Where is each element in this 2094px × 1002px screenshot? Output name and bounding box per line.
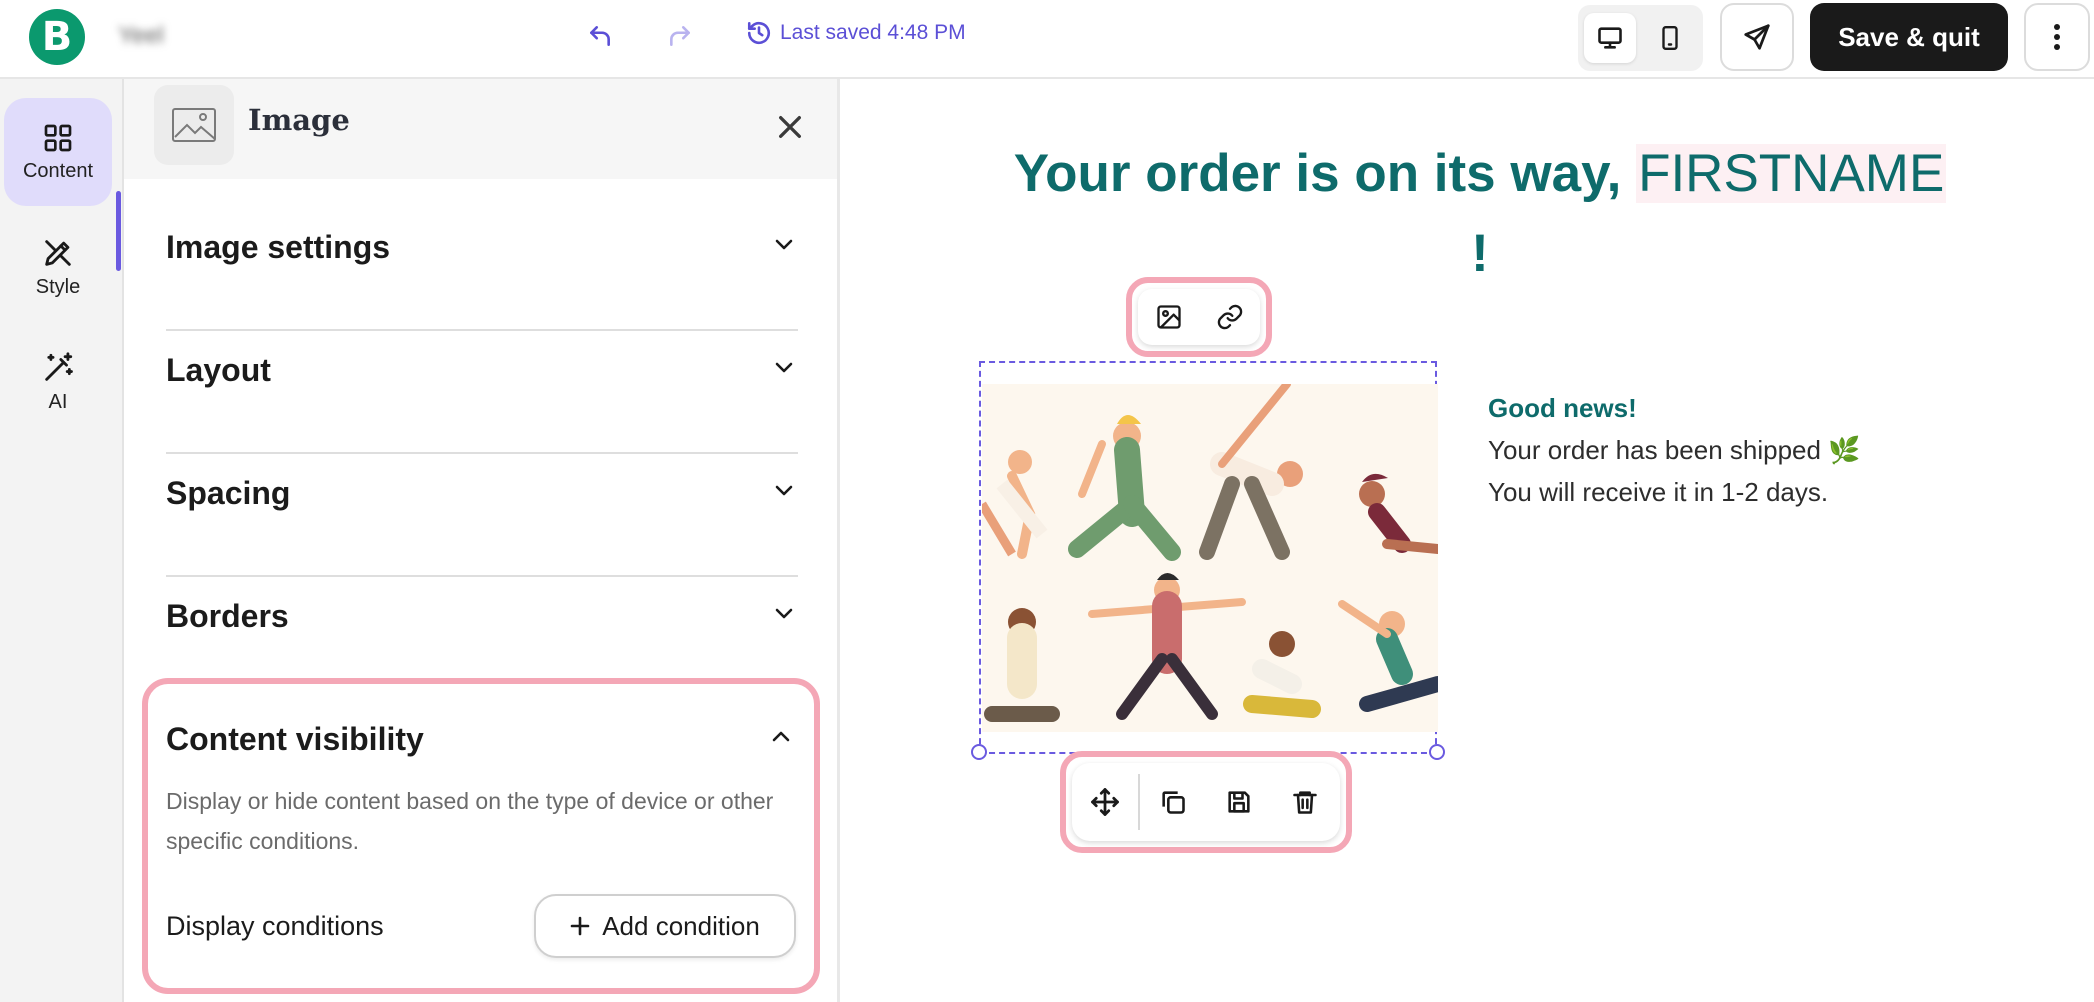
yoga-illustration[interactable]: [982, 384, 1438, 732]
content-visibility-title[interactable]: Content visibility: [166, 721, 424, 758]
mobile-icon: [1662, 25, 1678, 51]
firstname-merge-tag[interactable]: FIRSTNAME: [1636, 144, 1947, 203]
panel-header: Image: [124, 79, 837, 179]
document-title[interactable]: Yeel: [118, 22, 164, 50]
history-icon: [747, 21, 771, 45]
trash-icon: [1293, 791, 1317, 814]
resize-handle-right[interactable]: [1429, 744, 1445, 760]
duplicate-icon: [1162, 791, 1185, 814]
panel-title: Image: [248, 103, 350, 137]
email-canvas: Your order is on its way, FIRSTNAME! Goo…: [840, 79, 2094, 1002]
image-toolbar: [1126, 277, 1272, 357]
send-icon: [1744, 24, 1770, 50]
rail-item-label: Content: [22, 159, 94, 182]
block-toolbar-inner: [1072, 763, 1340, 841]
email-headline[interactable]: Your order is on its way, FIRSTNAME!: [980, 134, 1980, 294]
resize-handle-left[interactable]: [971, 744, 987, 760]
text-line: Your order has been shipped 🌿: [1488, 435, 1861, 465]
move-icon: [1091, 788, 1119, 816]
left-rail: Content Style AI: [0, 79, 124, 1002]
add-condition-button[interactable]: Add condition: [534, 894, 796, 958]
desktop-icon: [1598, 27, 1622, 49]
mobile-view-button[interactable]: [1644, 13, 1696, 63]
desktop-view-button[interactable]: [1584, 13, 1636, 63]
section-title: Spacing: [166, 475, 291, 511]
device-toggle: [1578, 5, 1703, 71]
text-heading: Good news!: [1488, 393, 1637, 423]
chevron-down-icon: [772, 602, 796, 626]
headline-text: Your order is on its way,: [1013, 144, 1637, 203]
email-editor: B Yeel Last saved 4:48 PM Save & quit Co…: [0, 0, 2094, 1002]
kebab-menu-icon: [2054, 24, 2060, 50]
text-line: You will receive it in 1-2 days.: [1488, 477, 1829, 507]
undo-icon: [590, 26, 610, 46]
move-block-button[interactable]: [1072, 763, 1138, 841]
rail-item-ai[interactable]: AI: [4, 328, 112, 436]
chevron-down-icon: [772, 356, 796, 380]
section-title: Borders: [166, 598, 289, 634]
brush-icon: [45, 239, 71, 266]
replace-image-button[interactable]: [1155, 303, 1183, 331]
more-options-button[interactable]: [2024, 3, 2090, 71]
settings-panel: Image Image settings Layout Spacing Bord…: [124, 79, 840, 1002]
chevron-up-icon[interactable]: [772, 729, 796, 753]
save-icon: [1228, 791, 1250, 813]
image-block-icon: [154, 85, 234, 165]
send-test-button[interactable]: [1720, 3, 1794, 71]
brevo-logo[interactable]: B: [29, 9, 85, 65]
save-and-quit-button[interactable]: Save & quit: [1810, 3, 2008, 71]
text-block[interactable]: Good news! Your order has been shipped 🌿…: [1488, 387, 1861, 513]
section-layout[interactable]: Layout: [166, 332, 798, 454]
active-rail-indicator: [116, 191, 121, 271]
close-icon: [779, 116, 801, 138]
image-icon: [1156, 305, 1181, 329]
section-image-settings[interactable]: Image settings: [166, 209, 798, 331]
headline-exclamation: !: [1471, 224, 1489, 283]
section-title: Image settings: [166, 229, 391, 265]
duplicate-block-button[interactable]: [1140, 763, 1206, 841]
save-status-text: Last saved 4:48 PM: [780, 21, 966, 44]
top-bar: B Yeel Last saved 4:48 PM Save & quit: [0, 0, 2094, 79]
save-status[interactable]: Last saved 4:48 PM: [746, 20, 966, 46]
save-block-button[interactable]: [1206, 763, 1272, 841]
redo-icon: [670, 26, 690, 46]
link-icon: [1217, 304, 1242, 330]
content-visibility-description: Display or hide content based on the typ…: [166, 788, 774, 854]
chevron-down-icon: [772, 479, 796, 503]
delete-block-button[interactable]: [1272, 763, 1338, 841]
rail-item-label: AI: [48, 390, 68, 413]
undo-button[interactable]: [580, 16, 620, 56]
link-button[interactable]: [1216, 303, 1244, 331]
display-conditions-label: Display conditions: [166, 911, 384, 941]
block-toolbar: [1060, 751, 1352, 853]
section-title: Layout: [166, 352, 271, 388]
add-condition-label: Add condition: [602, 910, 760, 941]
redo-button[interactable]: [660, 16, 700, 56]
rail-item-style[interactable]: Style: [4, 213, 112, 321]
section-spacing[interactable]: Spacing: [166, 455, 798, 577]
magic-wand-icon: [45, 351, 73, 381]
grid-icon: [44, 124, 72, 151]
rail-item-content[interactable]: Content: [4, 98, 112, 206]
plus-icon: [570, 916, 590, 936]
close-panel-button[interactable]: [770, 107, 810, 147]
chevron-down-icon: [772, 233, 796, 257]
image-toolbar-inner: [1138, 289, 1260, 345]
rail-item-label: Style: [35, 275, 81, 298]
